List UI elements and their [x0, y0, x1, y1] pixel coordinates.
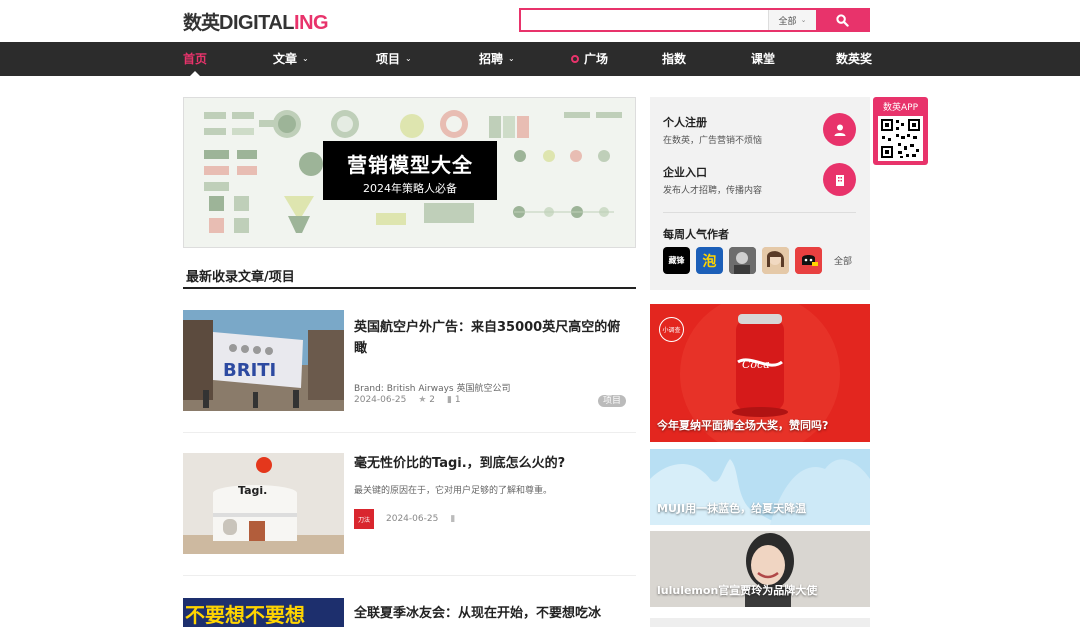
promo-caption: 今年夏纳平面狮全场大奖，赞同吗? — [657, 419, 829, 432]
nav-square[interactable]: 广场 — [571, 42, 608, 76]
search-icon — [835, 13, 849, 27]
article-excerpt: 最关键的原因在于，它对用户足够的了解和尊重。 — [354, 486, 553, 496]
survey-badge: 小调查 — [659, 317, 684, 342]
list-item[interactable]: Tagi. 毫无性价比的Tagi.，到底怎么火的? 最关键的原因在于，它对用户足… — [183, 453, 636, 576]
banner-title: 营销模型大全 — [347, 153, 473, 177]
promo-card[interactable]: Coca 小调查 今年夏纳平面狮全场大奖，赞同吗? — [650, 304, 870, 442]
enterprise-button[interactable] — [823, 163, 856, 196]
register-title: 个人注册 — [663, 116, 707, 129]
user-icon — [834, 124, 845, 136]
nav-label: 指数 — [662, 52, 687, 66]
square-dot-icon — [571, 55, 579, 63]
tagi-store-image: Tagi. — [183, 453, 344, 554]
list-item[interactable]: BRITI 英国航空户外广告：来自35000英尺高空的俯瞰 Brand: Bri… — [183, 310, 636, 433]
nav-label: 首页 — [183, 52, 208, 66]
star-icon: ★ — [418, 395, 427, 405]
register-entry[interactable]: 个人注册 在数英，广告营销不烦恼 — [663, 114, 762, 146]
enterprise-subtitle: 发布人才招聘，传播内容 — [663, 186, 763, 196]
search-scope-select[interactable]: 全部 ⌄ — [768, 10, 816, 30]
nav-label: 文章 — [273, 52, 298, 66]
nav-projects[interactable]: 项目 ⌄ — [376, 42, 412, 76]
nav-label: 招聘 — [479, 52, 504, 66]
nav-home[interactable]: 首页 — [183, 42, 207, 76]
article-title[interactable]: 英国航空户外广告：来自35000英尺高空的俯瞰 — [354, 317, 626, 359]
author-avatar[interactable] — [795, 247, 822, 274]
qr-code-icon — [878, 116, 923, 161]
app-label: 数英APP — [882, 103, 918, 113]
ba-billboard-image: BRITI — [183, 310, 344, 411]
article-thumbnail[interactable]: 不要想不要想 — [183, 598, 344, 627]
divider — [183, 432, 636, 433]
article-date: 2024-06-25 — [354, 395, 407, 405]
logo-zh: 数英 — [183, 12, 220, 34]
type-tag: 项目 — [597, 395, 626, 407]
building-icon — [835, 174, 844, 186]
svg-text:Tagi.: Tagi. — [238, 484, 267, 497]
article-thumbnail[interactable]: BRITI — [183, 310, 344, 411]
comment-icon: ▮ — [447, 395, 452, 405]
search-scope-label: 全部 — [778, 16, 797, 27]
user-entry-card: 个人注册 在数英，广告营销不烦恼 企业入口 发布人才招聘，传播内容 每周人气作者… — [650, 97, 870, 290]
hero-banner[interactable]: 营销模型大全 2024年策略人必备 — [183, 97, 636, 248]
enterprise-entry[interactable]: 企业入口 发布人才招聘，传播内容 — [663, 164, 762, 196]
article-brand: Brand: British Airways 英国航空公司 — [354, 384, 511, 394]
list-item[interactable]: 不要想不要想 全联夏季冰友会：从现在开始，不要想吃冰 — [183, 598, 636, 627]
article-title[interactable]: 毫无性价比的Tagi.，到底怎么火的? — [354, 453, 626, 474]
app-download-badge[interactable]: 数英APP — [873, 97, 928, 165]
promo-card-partial[interactable] — [650, 618, 870, 627]
authors-title: 每周人气作者 — [663, 228, 729, 241]
comments: ▮ 1 — [447, 395, 461, 405]
promo-caption: lululemon官宣贾玲为品牌大使 — [657, 584, 818, 597]
search-button[interactable] — [816, 10, 868, 30]
view-icon: ▮ — [450, 514, 456, 524]
logo-en: DIGITALING — [219, 12, 329, 34]
nav-label: 广场 — [584, 52, 609, 66]
nav-articles[interactable]: 文章 ⌄ — [273, 42, 309, 76]
register-subtitle: 在数英，广告营销不烦恼 — [663, 136, 763, 146]
article-title[interactable]: 全联夏季冰友会：从现在开始，不要想吃冰 — [354, 603, 626, 624]
author-avatar[interactable] — [762, 247, 789, 274]
nav-classroom[interactable]: 课堂 — [751, 42, 775, 76]
chevron-down-icon: ⌄ — [302, 54, 309, 63]
search-bar: 全部 ⌄ — [519, 8, 870, 32]
nav-label: 项目 — [376, 52, 401, 66]
divider — [663, 212, 856, 213]
chevron-down-icon: ⌄ — [800, 16, 807, 24]
article-stats: 刀法 2024-06-25 ▮ — [354, 509, 455, 529]
nav-awards[interactable]: 数英奖 — [836, 42, 872, 76]
promo-card[interactable]: MUJI用一抹蓝色，给夏天降温 — [650, 449, 870, 525]
register-button[interactable] — [823, 113, 856, 146]
thumbnail-text: 不要想不要想 — [185, 603, 305, 627]
authors-all-link[interactable]: 全部 — [834, 254, 852, 267]
author-avatar[interactable] — [729, 247, 756, 274]
site-logo[interactable]: 数英 DIGITALING — [183, 8, 329, 34]
article-thumbnail[interactable]: Tagi. — [183, 453, 344, 554]
nav-label: 数英奖 — [836, 52, 873, 66]
divider — [183, 575, 636, 576]
author-avatar[interactable]: 泡 — [696, 247, 723, 274]
likes: ★ 2 — [418, 395, 435, 405]
search-input[interactable] — [521, 10, 768, 30]
nav-label: 课堂 — [751, 52, 776, 66]
nav-index[interactable]: 指数 — [662, 42, 686, 76]
enterprise-title: 企业入口 — [663, 166, 707, 179]
article-stats: 2024-06-25 ★ 2 ▮ 1 — [354, 395, 461, 405]
promo-card[interactable]: lululemon官宣贾玲为品牌大使 — [650, 531, 870, 607]
banner-overlay: 营销模型大全 2024年策略人必备 — [323, 141, 497, 200]
source-logo[interactable]: 刀法 — [354, 509, 374, 529]
promo-caption: MUJI用一抹蓝色，给夏天降温 — [657, 502, 807, 515]
banner-subtitle: 2024年策略人必备 — [363, 182, 457, 195]
author-avatar[interactable]: 藏锋 — [663, 247, 690, 274]
chevron-down-icon: ⌄ — [405, 54, 412, 63]
svg-text:Coca: Coca — [742, 358, 770, 371]
main-nav: 首页 文章 ⌄ 项目 ⌄ 招聘 ⌄ 广场 指数 课堂 数英奖 — [0, 42, 1080, 76]
article-date: 2024-06-25 — [386, 514, 439, 524]
nav-jobs[interactable]: 招聘 ⌄ — [479, 42, 515, 76]
authors-list: 藏锋 泡 全部 — [663, 247, 852, 274]
svg-text:BRITI: BRITI — [223, 360, 276, 381]
chevron-down-icon: ⌄ — [508, 54, 515, 63]
section-title: 最新收录文章/项目 — [183, 266, 636, 289]
